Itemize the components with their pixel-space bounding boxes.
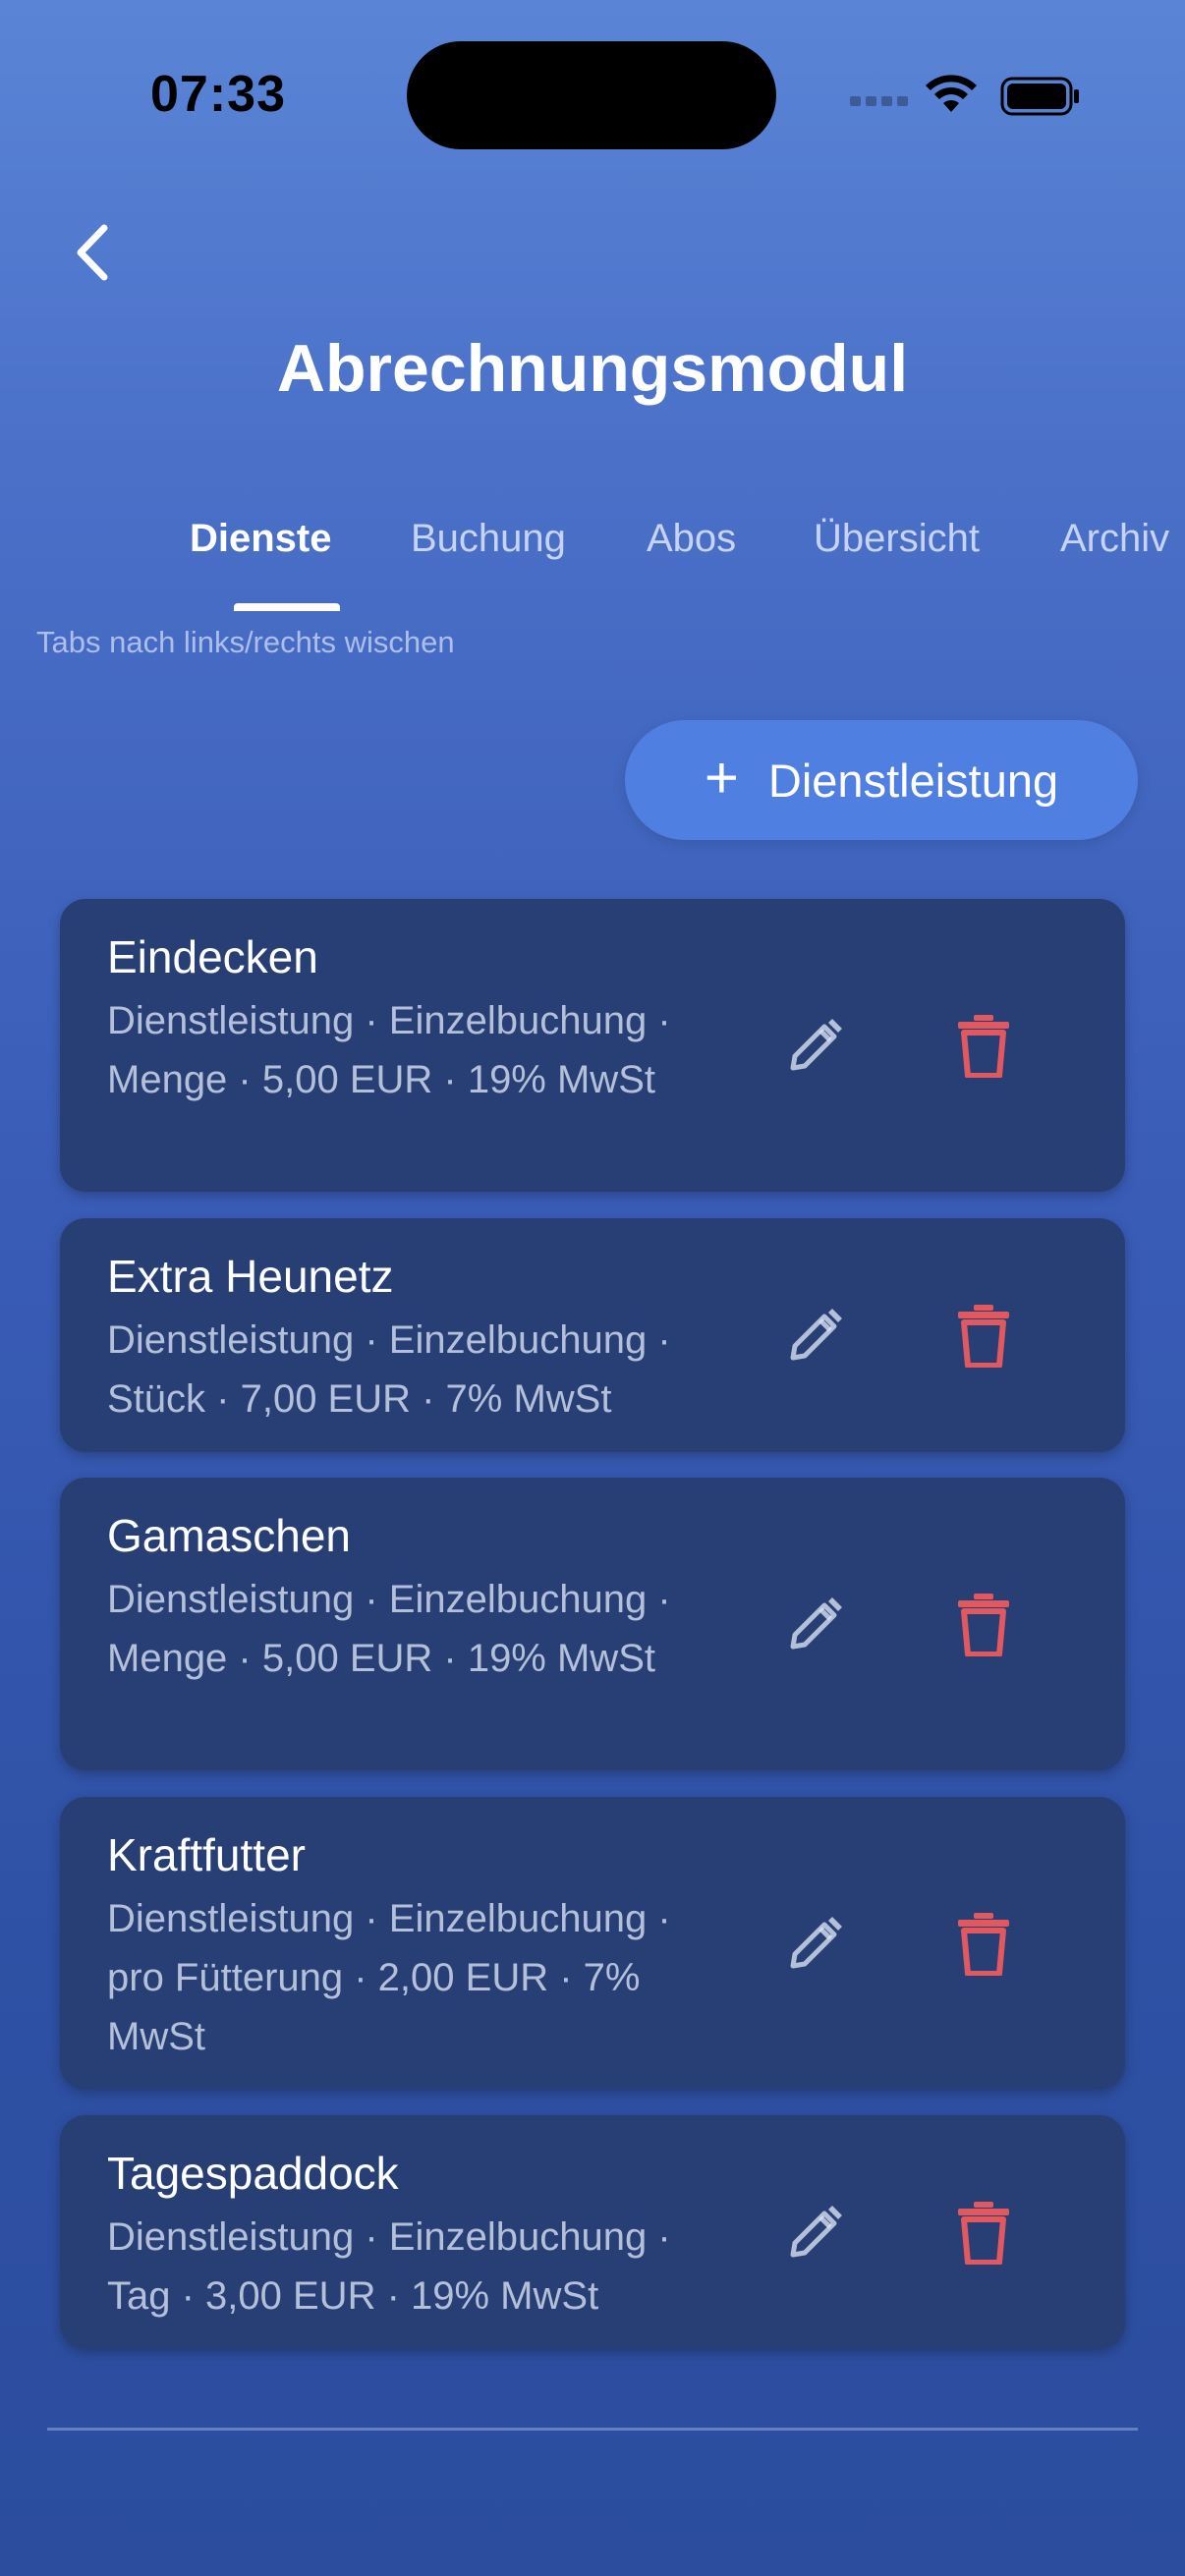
service-name: Tagespaddock <box>107 2148 399 2199</box>
battery-icon <box>1000 77 1079 116</box>
tab-bar: Dienste Buchung Abos Übersicht Archiv <box>0 511 1185 611</box>
service-card[interactable]: Kraftfutter Dienstleistung · Einzelbuchu… <box>60 1797 1125 2090</box>
tab-uebersicht[interactable]: Übersicht <box>814 517 980 561</box>
service-details: Dienstleistung · Einzelbuchung · Menge ·… <box>107 999 671 1101</box>
swipe-hint: Tabs nach links/rechts wischen <box>36 625 455 659</box>
delete-icon[interactable] <box>956 1913 1011 1976</box>
service-name: Extra Heunetz <box>107 1251 394 1302</box>
service-card[interactable]: Tagespaddock Dienstleistung · Einzelbuch… <box>60 2115 1125 2349</box>
delete-icon[interactable] <box>956 2202 1011 2265</box>
service-details: Dienstleistung · Einzelbuchung · pro Füt… <box>107 1897 671 2058</box>
delete-icon[interactable] <box>956 1015 1011 1078</box>
divider <box>47 2428 1138 2431</box>
tab-buchung[interactable]: Buchung <box>411 517 566 561</box>
service-name: Kraftfutter <box>107 1829 306 1880</box>
page-title: Abrechnungsmodul <box>276 331 909 406</box>
wifi-icon <box>926 75 977 112</box>
service-details: Dienstleistung · Einzelbuchung · Menge ·… <box>107 1578 671 1680</box>
service-card[interactable]: Eindecken Dienstleistung · Einzelbuchung… <box>60 899 1125 1192</box>
edit-icon[interactable] <box>785 1594 846 1654</box>
service-name: Eindecken <box>107 931 318 982</box>
signal-icon <box>850 96 908 106</box>
tab-abos[interactable]: Abos <box>647 517 736 561</box>
plus-icon: + <box>704 744 739 811</box>
add-service-label: Dienstleistung <box>767 754 1059 807</box>
dynamic-island <box>407 41 776 149</box>
edit-icon[interactable] <box>785 1015 846 1076</box>
service-details: Dienstleistung · Einzelbuchung · Stück ·… <box>107 1318 671 1421</box>
edit-icon[interactable] <box>785 2202 846 2263</box>
service-details: Dienstleistung · Einzelbuchung · Tag · 3… <box>107 2215 671 2318</box>
tab-dienste[interactable]: Dienste <box>190 517 332 561</box>
edit-icon[interactable] <box>785 1305 846 1366</box>
status-bar: 07:33 <box>0 0 1185 187</box>
delete-icon[interactable] <box>956 1305 1011 1368</box>
add-service-button[interactable]: + Dienstleistung <box>625 720 1138 840</box>
back-icon[interactable] <box>67 218 126 287</box>
service-name: Gamaschen <box>107 1510 352 1561</box>
tab-archiv[interactable]: Archiv <box>1060 517 1169 561</box>
delete-icon[interactable] <box>956 1594 1011 1656</box>
edit-icon[interactable] <box>785 1913 846 1974</box>
service-card[interactable]: Gamaschen Dienstleistung · Einzelbuchung… <box>60 1478 1125 1770</box>
status-time: 07:33 <box>150 66 286 123</box>
service-card[interactable]: Extra Heunetz Dienstleistung · Einzelbuc… <box>60 1218 1125 1452</box>
tab-indicator <box>234 603 340 611</box>
